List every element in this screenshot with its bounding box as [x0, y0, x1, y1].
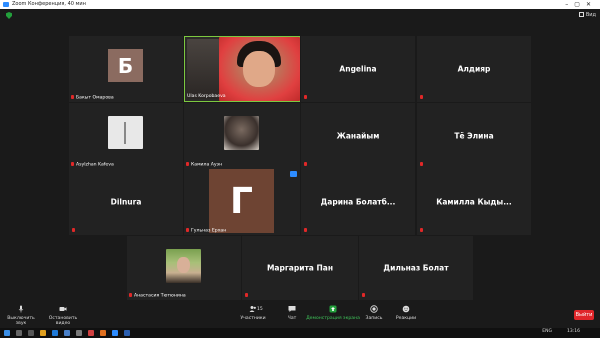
mic-muted-icon — [71, 94, 74, 99]
participant-tile[interactable]: Б Бакыт Омарова — [69, 36, 183, 102]
mic-muted-icon — [186, 161, 189, 166]
participants-count: 15 — [257, 307, 263, 312]
mute-button[interactable]: Выключить звук — [2, 305, 40, 326]
mic-muted-icon — [304, 162, 307, 166]
participant-name: Angelina — [339, 64, 377, 74]
view-button[interactable]: Вид — [578, 12, 596, 18]
participant-tile-active-speaker[interactable]: Ulas Korpobaeva — [184, 36, 300, 102]
participant-name: Дарина Болатб... — [320, 197, 396, 207]
meeting-toolbar: Выключить звук Остановить видео Участник… — [0, 302, 600, 328]
end-meeting-button[interactable]: Выйти — [574, 310, 594, 320]
taskbar-clock[interactable]: 13:16 — [567, 329, 580, 334]
stop-video-button[interactable]: Остановить видео — [42, 305, 84, 326]
microphone-icon — [18, 305, 24, 313]
record-button[interactable]: Запись — [362, 305, 386, 321]
app-icon[interactable] — [100, 330, 106, 336]
participant-tile[interactable]: Тё Элина — [417, 103, 531, 169]
mute-label: Выключить звук — [7, 316, 35, 326]
mic-muted-icon — [362, 293, 365, 297]
chat-icon — [288, 306, 296, 312]
participant-name: Маргарита Пан — [266, 263, 334, 273]
participant-tile[interactable]: Анастасия Тютюнина — [127, 236, 241, 300]
chat-button[interactable]: Чат — [281, 305, 303, 321]
participant-name: Тё Элина — [454, 131, 494, 141]
participant-name: Алдияр — [457, 64, 491, 74]
more-options-icon[interactable] — [290, 171, 297, 177]
record-icon — [370, 305, 378, 313]
mic-muted-icon — [420, 95, 423, 99]
participant-name: Дильназ Болат — [383, 263, 449, 273]
word-icon[interactable] — [124, 330, 130, 336]
participants-label: Участники — [240, 316, 266, 321]
participant-name: Жанайым — [336, 131, 380, 141]
participant-name: Анастасия Тютюнина — [129, 292, 186, 298]
participant-name: Бакыт Омарова — [71, 94, 114, 100]
participant-avatar — [224, 116, 259, 150]
participant-name: Камила Ауэн — [186, 161, 222, 167]
mic-muted-icon — [304, 228, 307, 232]
mic-muted-icon — [420, 162, 423, 166]
participant-tile[interactable]: Маргарита Пан — [242, 236, 358, 300]
participant-tile[interactable]: Алдияр — [417, 36, 531, 102]
mic-muted-icon — [245, 293, 248, 297]
task-view-icon[interactable] — [28, 330, 34, 336]
edge-icon[interactable] — [52, 330, 58, 336]
mic-muted-icon — [420, 228, 423, 232]
mic-muted-icon — [304, 95, 307, 99]
participant-tile[interactable]: Asylzhan Kafeva — [69, 103, 183, 169]
participant-avatar — [166, 249, 201, 283]
reactions-icon — [402, 305, 410, 313]
chat-label: Чат — [287, 316, 297, 321]
participant-tile[interactable]: Angelina — [301, 36, 415, 102]
participant-name: Ulas Korpobaeva — [187, 94, 226, 99]
mic-muted-icon — [71, 161, 74, 166]
participant-name: Гульназ Ерхан — [186, 227, 226, 233]
app-icon[interactable] — [88, 330, 94, 336]
app-icon[interactable] — [76, 330, 82, 336]
participant-name: Asylzhan Kafeva — [71, 161, 114, 167]
encryption-shield-icon[interactable] — [6, 12, 12, 19]
window-titlebar: Zoom Конференция, 40 мин –▢✕ — [0, 0, 600, 9]
view-label: Вид — [585, 12, 596, 18]
zoom-logo-icon — [3, 2, 9, 7]
participant-tile[interactable]: Дарина Болатб... — [301, 169, 415, 235]
mail-icon[interactable] — [64, 330, 70, 336]
participant-avatar — [108, 116, 143, 149]
start-icon[interactable] — [4, 330, 10, 336]
video-label: Остановить видео — [48, 316, 78, 326]
window-controls[interactable]: –▢✕ — [565, 0, 597, 9]
participant-name: Камилла Кыды... — [436, 197, 512, 207]
participant-tile[interactable]: Г Гульназ Ерхан — [184, 169, 300, 235]
zoom-taskbar-icon[interactable] — [112, 330, 118, 336]
window-title: Zoom Конференция, 40 мин — [12, 1, 86, 7]
mic-muted-icon — [72, 228, 75, 232]
participant-tile[interactable]: Дильназ Болат — [359, 236, 473, 300]
participant-name: Dilnura — [110, 197, 142, 207]
mic-muted-icon — [186, 227, 189, 232]
search-icon[interactable] — [16, 330, 22, 336]
participant-avatar: Г — [209, 169, 274, 233]
share-label: Демонстрация экрана — [306, 316, 360, 321]
share-screen-button[interactable]: Демонстрация экрана — [306, 305, 360, 321]
participant-tile[interactable]: Жанайым — [301, 103, 415, 169]
share-screen-icon — [329, 305, 337, 313]
participant-tile[interactable]: Камила Ауэн — [184, 103, 300, 169]
participant-tile[interactable]: Камилла Кыды... — [417, 169, 531, 235]
participant-tile[interactable]: Dilnura — [69, 169, 183, 235]
record-label: Запись — [365, 316, 383, 321]
file-explorer-icon[interactable] — [40, 330, 46, 336]
grid-view-icon — [578, 12, 584, 17]
reactions-button[interactable]: Реакции — [392, 305, 420, 321]
keyboard-language[interactable]: ENG — [542, 329, 552, 334]
reactions-label: Реакции — [395, 316, 417, 321]
room-background — [187, 39, 219, 99]
mic-muted-icon — [129, 292, 132, 297]
participants-icon — [249, 306, 256, 312]
participant-avatar: Б — [108, 49, 143, 82]
windows-taskbar: ENG 13:16 — [0, 328, 600, 338]
participant-video — [219, 37, 300, 101]
video-camera-icon — [59, 307, 67, 311]
